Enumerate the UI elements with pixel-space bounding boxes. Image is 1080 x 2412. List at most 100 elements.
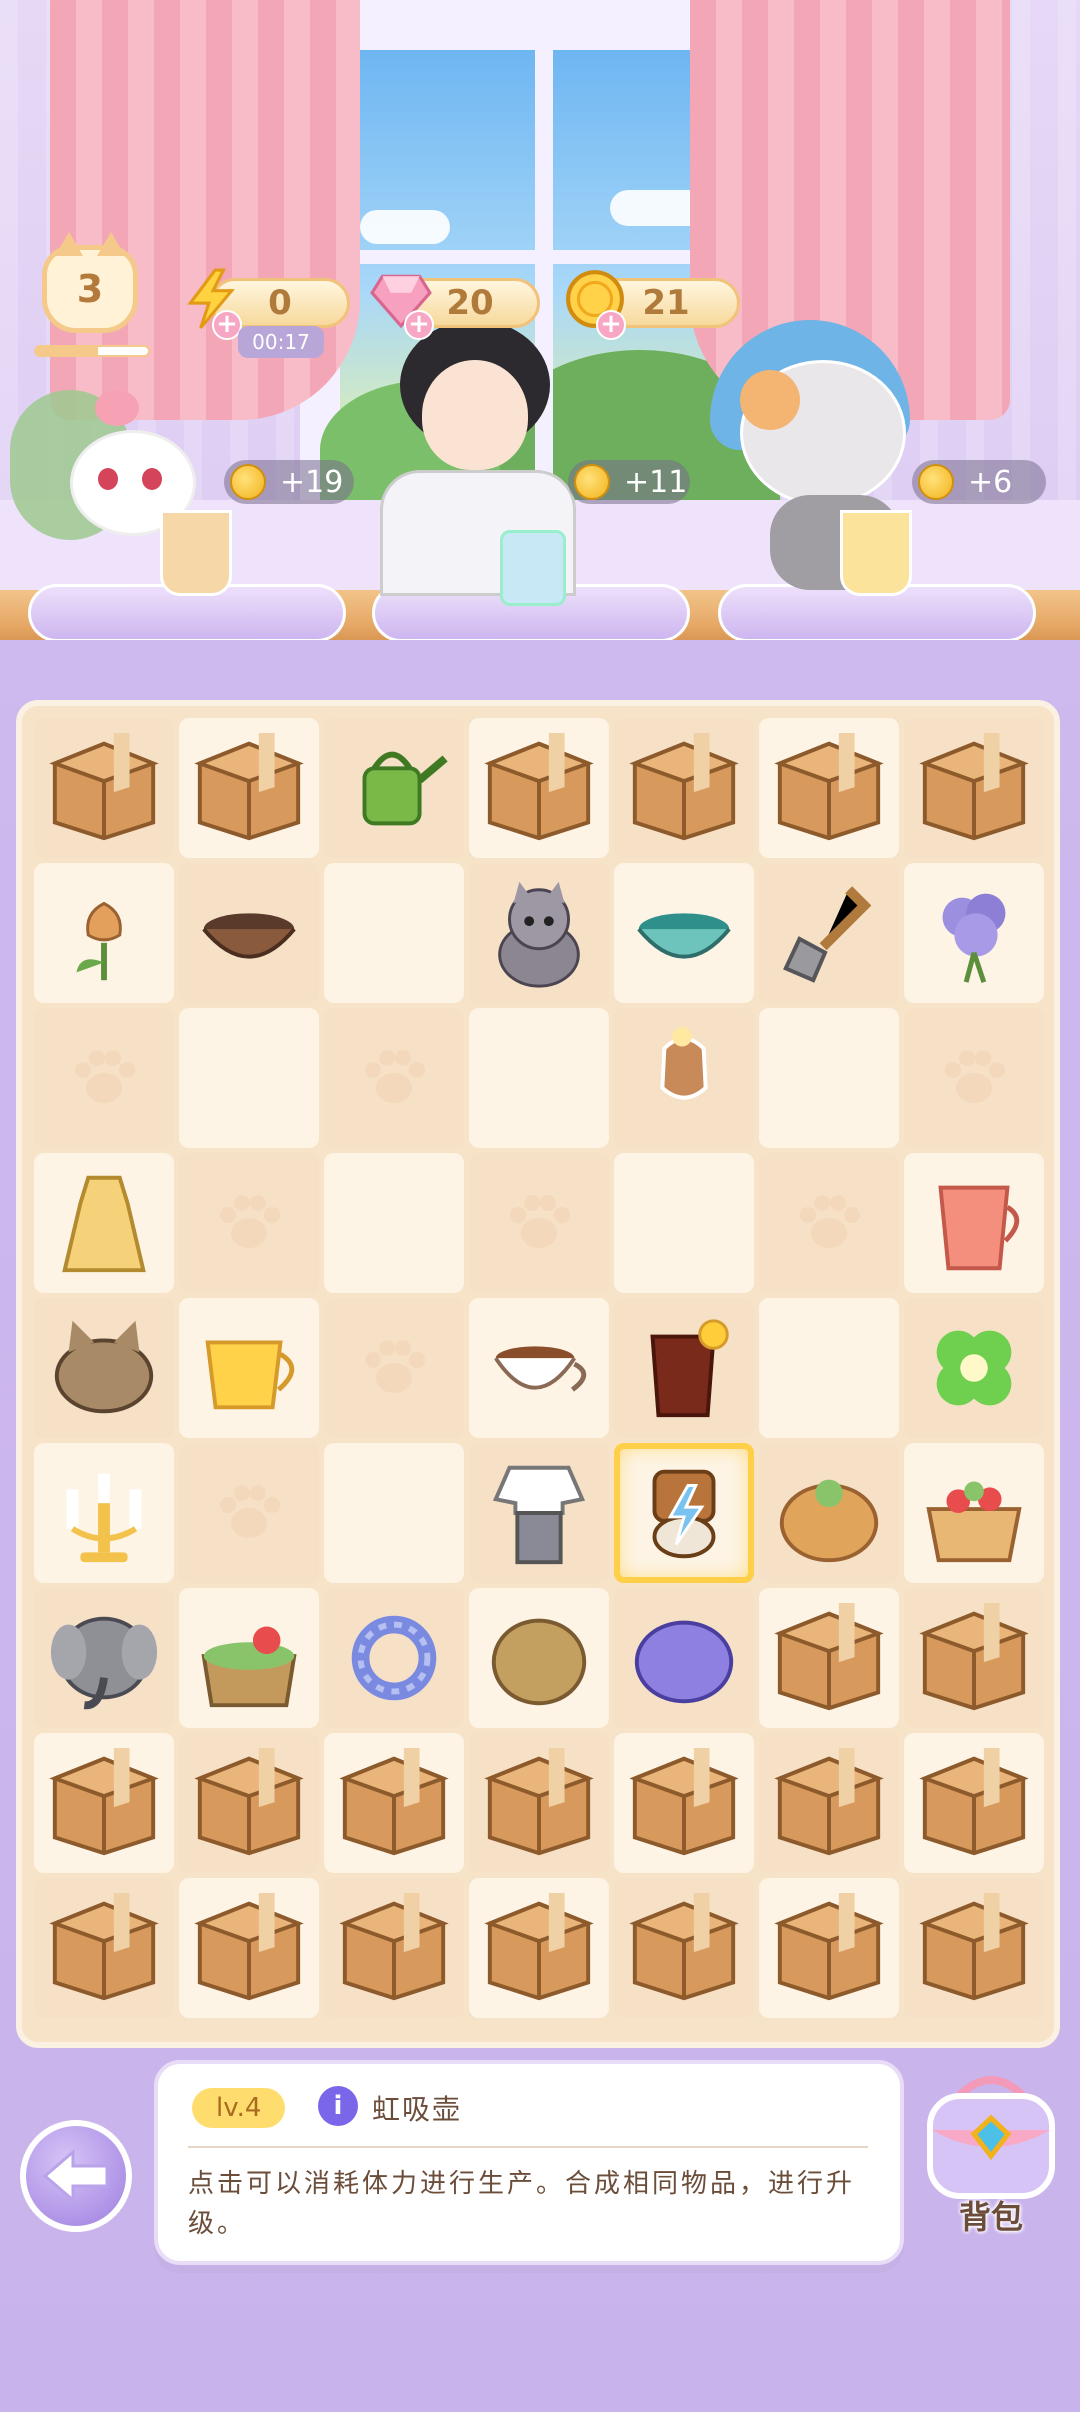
board-cell[interactable]	[614, 1588, 754, 1728]
tulip-icon	[76, 901, 122, 981]
board-cell[interactable]	[469, 1153, 609, 1293]
board-cell[interactable]	[469, 863, 609, 1003]
board-cell[interactable]	[324, 1443, 464, 1583]
board-cell[interactable]	[759, 1878, 899, 2018]
board-cell[interactable]	[324, 1733, 464, 1873]
board-cell[interactable]	[34, 1008, 174, 1148]
board-cell[interactable]	[469, 1443, 609, 1583]
board-cell[interactable]	[759, 863, 899, 1003]
blouse-icon	[492, 1465, 586, 1565]
board-cell[interactable]	[179, 1443, 319, 1583]
coin-icon	[574, 464, 610, 500]
energy-value: 0	[268, 283, 292, 323]
board-cell[interactable]	[324, 1588, 464, 1728]
teal-bowl-icon	[637, 913, 731, 959]
player-level: 3	[76, 267, 104, 311]
board-cell[interactable]	[759, 1443, 899, 1583]
board-cell[interactable]	[469, 1588, 609, 1728]
board-cell[interactable]	[614, 1008, 754, 1148]
board-cell[interactable]	[34, 1153, 174, 1293]
bag-button[interactable]: 背包	[912, 2068, 1070, 2238]
box-icon	[194, 1893, 304, 2001]
reward-badge-3: +6	[912, 460, 1046, 504]
box-icon	[194, 1748, 304, 1856]
board-cell[interactable]	[469, 1298, 609, 1438]
lavender-icon	[942, 893, 1006, 983]
add-coin-button[interactable]: +	[596, 310, 626, 340]
board-cell[interactable]	[324, 1153, 464, 1293]
board-cell[interactable]	[904, 1443, 1044, 1583]
board-cell[interactable]	[904, 1733, 1044, 1873]
calico-cat-customer[interactable]	[710, 320, 930, 596]
reward-value: +19	[280, 464, 344, 500]
board-cell[interactable]	[324, 1298, 464, 1438]
coin-icon	[230, 464, 266, 500]
board-cell[interactable]	[904, 863, 1044, 1003]
board-cell[interactable]	[324, 863, 464, 1003]
board-cell[interactable]	[34, 1733, 174, 1873]
board-cell[interactable]	[614, 1733, 754, 1873]
board-cell[interactable]	[324, 1878, 464, 2018]
board-cell[interactable]	[759, 1008, 899, 1148]
board-cell[interactable]	[179, 1878, 319, 2018]
board-cell[interactable]	[469, 1008, 609, 1148]
board-cell[interactable]	[469, 1733, 609, 1873]
board-cell[interactable]	[324, 718, 464, 858]
board-cell[interactable]	[904, 1298, 1044, 1438]
board-cell[interactable]	[614, 718, 754, 858]
board-cell[interactable]	[469, 1878, 609, 2018]
board-cell[interactable]	[614, 863, 754, 1003]
board-cell[interactable]	[179, 718, 319, 858]
cola-icon	[650, 1319, 729, 1418]
board-cell[interactable]	[179, 863, 319, 1003]
level-progress-bar	[34, 345, 150, 357]
board-cell[interactable]	[614, 1298, 754, 1438]
level-progress-fill	[36, 347, 98, 355]
box-icon	[774, 733, 884, 841]
board-cell[interactable]	[469, 718, 609, 858]
board-cell[interactable]	[759, 1298, 899, 1438]
box-icon	[919, 1893, 1029, 2001]
board-cell[interactable]	[324, 1008, 464, 1148]
board-cell[interactable]	[904, 1008, 1044, 1148]
boy-customer[interactable]	[370, 320, 576, 606]
board-cell[interactable]	[904, 1878, 1044, 2018]
board-cell[interactable]	[759, 1153, 899, 1293]
white-cat-customer[interactable]	[10, 370, 240, 596]
player-level-badge[interactable]: 3	[42, 232, 138, 333]
board-cell[interactable]	[614, 1878, 754, 2018]
board-cell[interactable]	[179, 1298, 319, 1438]
shop-scene: +19 +11 +6	[0, 0, 1080, 640]
add-gem-button[interactable]: +	[404, 310, 434, 340]
board-cell[interactable]	[34, 718, 174, 858]
board-cell[interactable]	[34, 1298, 174, 1438]
box-icon	[774, 1748, 884, 1856]
info-icon[interactable]: i	[318, 2086, 358, 2126]
coin-icon	[918, 464, 954, 500]
board-cell[interactable]	[904, 718, 1044, 858]
board-cell[interactable]	[904, 1588, 1044, 1728]
hand-icon	[660, 1026, 708, 1100]
back-button[interactable]	[20, 2120, 132, 2232]
paw-icon	[510, 1195, 570, 1248]
board-cell[interactable]	[34, 1443, 174, 1583]
board-cell[interactable]	[179, 1008, 319, 1148]
board-cell[interactable]	[614, 1443, 754, 1583]
board-cell[interactable]	[179, 1153, 319, 1293]
paw-icon	[365, 1050, 425, 1103]
board-cell[interactable]	[904, 1153, 1044, 1293]
bag-label: 背包	[958, 2198, 1023, 2236]
board-cell[interactable]	[759, 1588, 899, 1728]
board-cell[interactable]	[759, 1733, 899, 1873]
divider	[188, 2146, 868, 2148]
board-cell[interactable]	[179, 1588, 319, 1728]
merge-board	[16, 700, 1060, 2048]
board-cell[interactable]	[34, 1878, 174, 2018]
board-cell[interactable]	[759, 718, 899, 858]
board-cell[interactable]	[179, 1733, 319, 1873]
clover-icon	[936, 1330, 1012, 1406]
box-icon	[919, 733, 1029, 841]
board-cell[interactable]	[614, 1153, 754, 1293]
board-cell[interactable]	[34, 1588, 174, 1728]
board-cell[interactable]	[34, 863, 174, 1003]
